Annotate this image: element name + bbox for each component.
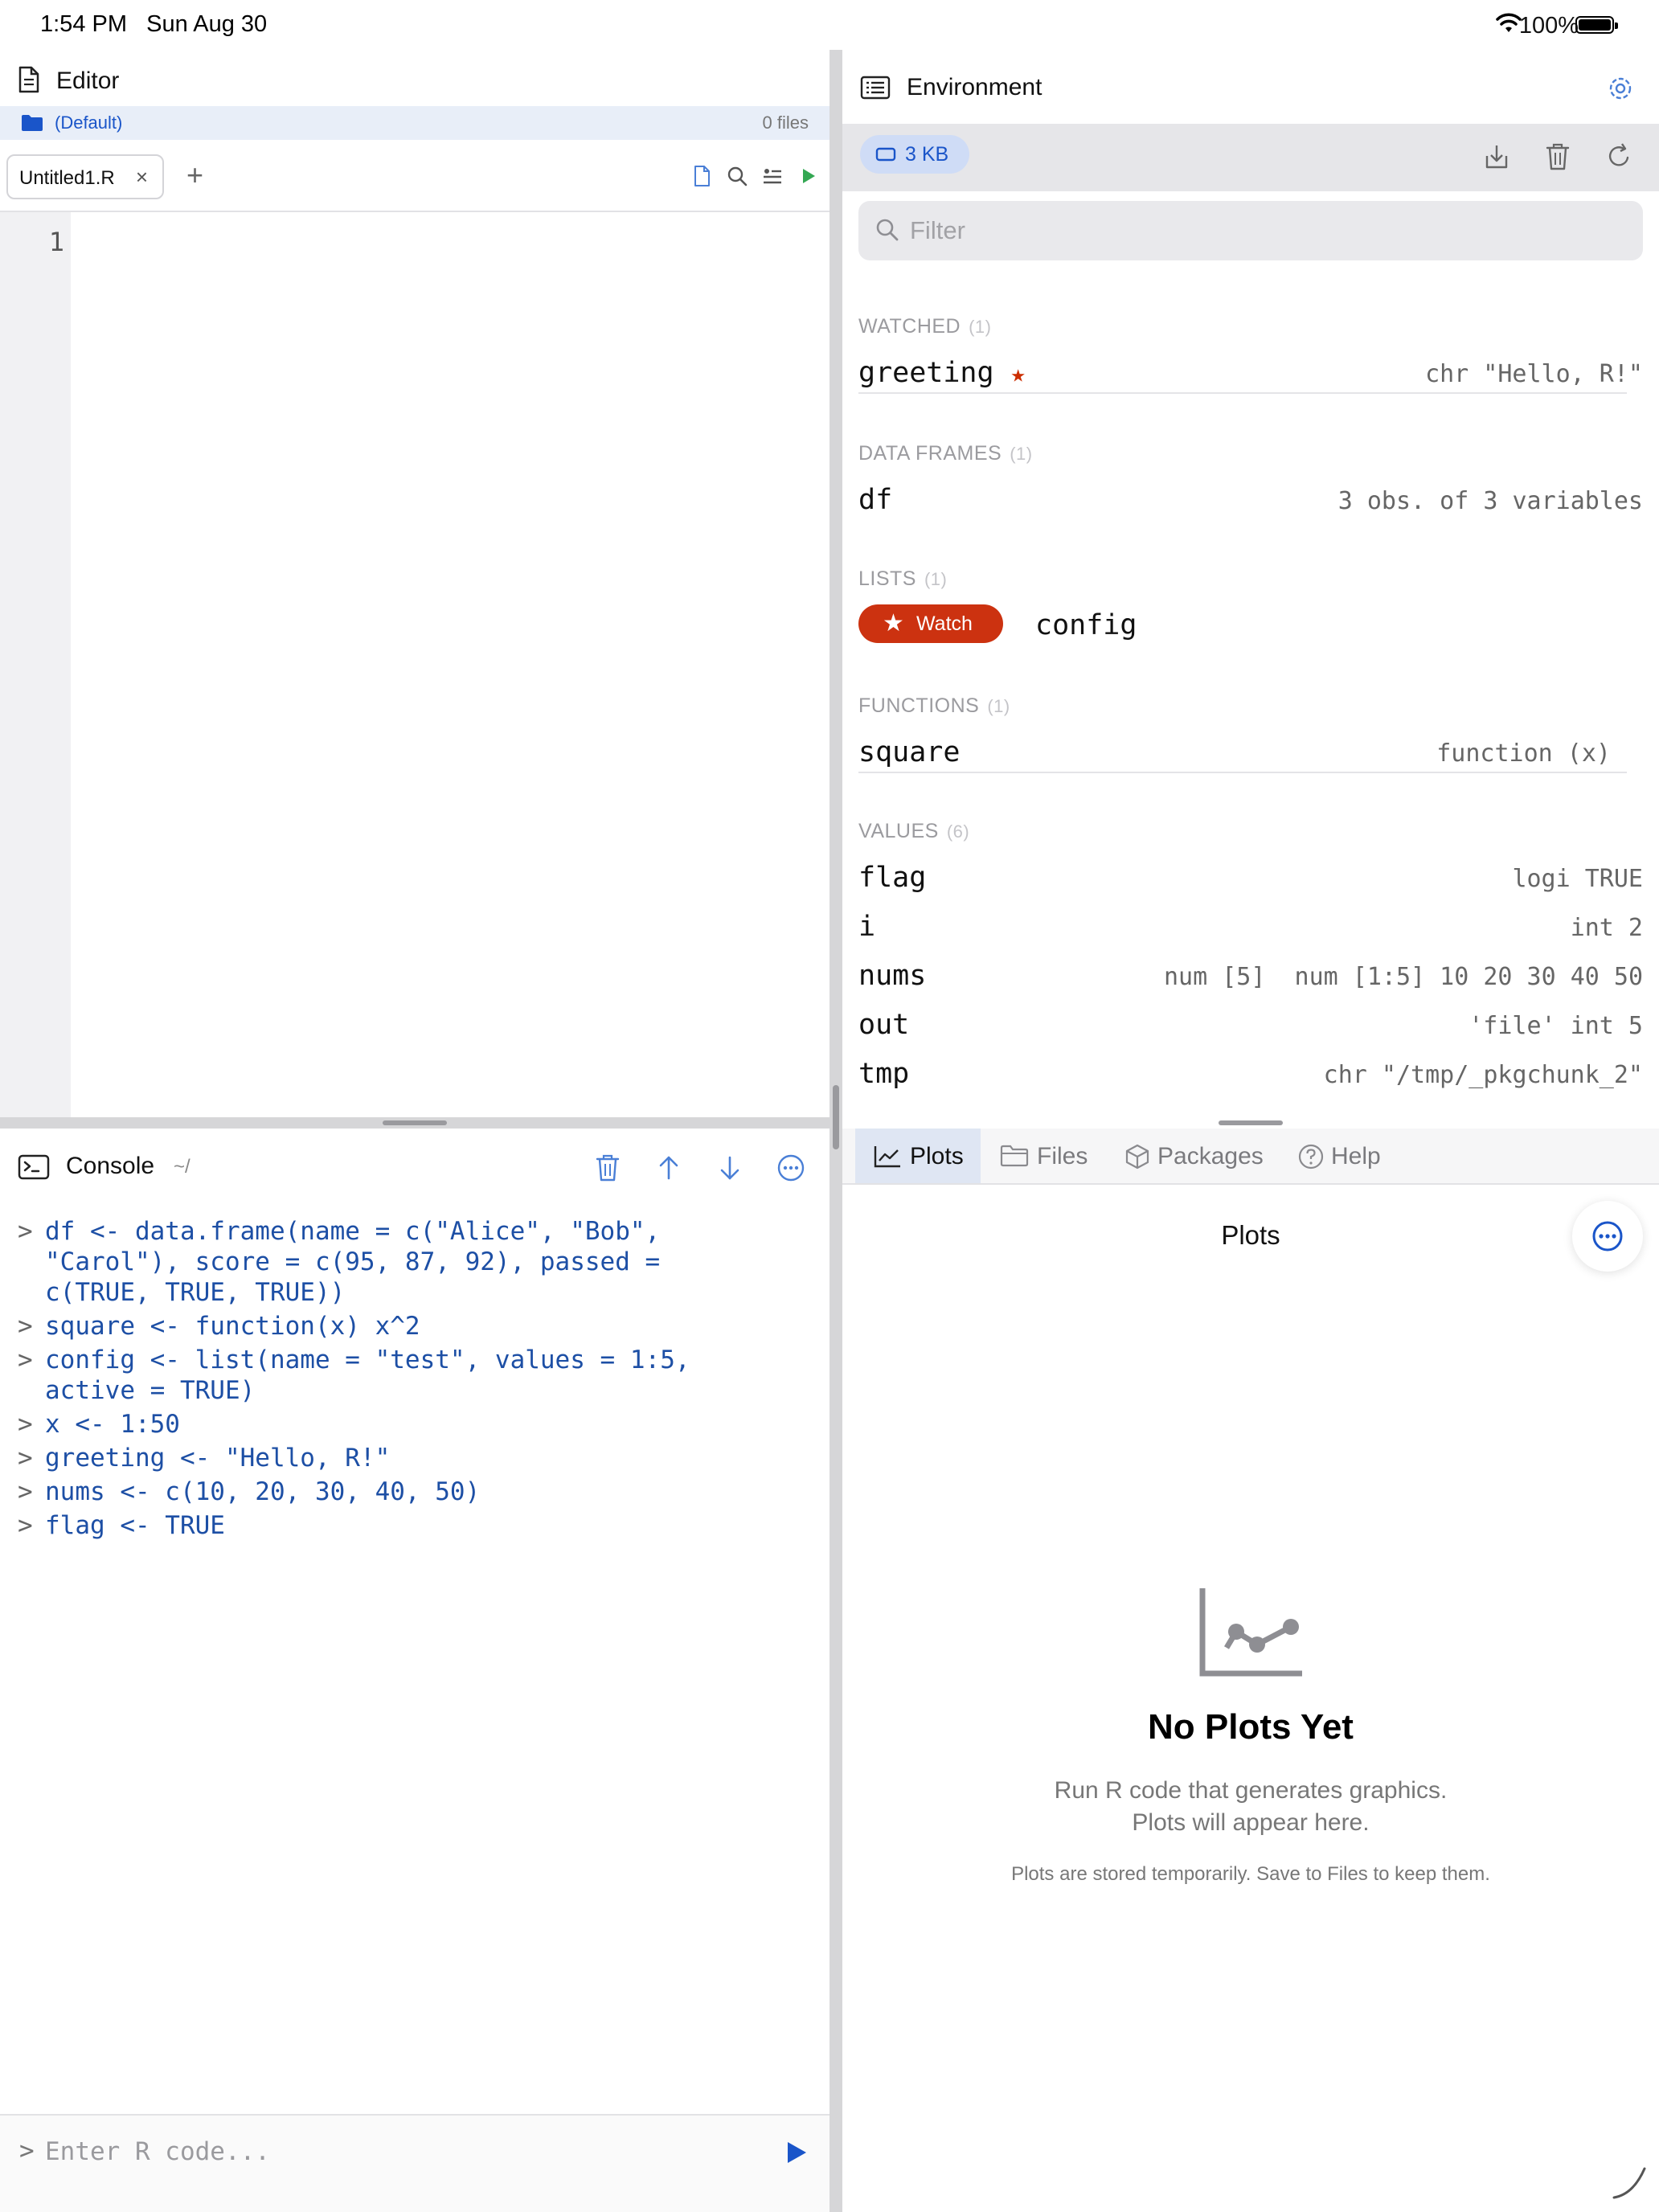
code-editor[interactable]: 1 xyxy=(0,212,830,1117)
trash-icon[interactable] xyxy=(593,1153,622,1183)
tab-untitled1[interactable]: Untitled1.R × xyxy=(6,154,164,199)
send-icon[interactable] xyxy=(784,2140,809,2165)
tab-help[interactable]: Help xyxy=(1297,1129,1402,1183)
outline-icon[interactable] xyxy=(759,162,786,190)
memory-usage: 3 KB xyxy=(905,143,949,166)
pane-divider-handle[interactable] xyxy=(833,1085,839,1149)
memory-badge: 3 KB xyxy=(860,135,969,174)
folder-icon xyxy=(22,115,43,131)
import-icon[interactable] xyxy=(1482,141,1511,172)
right-pane: Environment 3 KB Filter WATCHED (1) gree… xyxy=(842,0,1659,2212)
document-icon xyxy=(18,66,39,93)
project-name: (Default) xyxy=(55,113,123,133)
env-row-greeting[interactable]: greeting ★ chr "Hello, R!" xyxy=(858,352,1643,394)
console-title: Console xyxy=(66,1153,155,1179)
editor-console-splitter[interactable] xyxy=(0,1117,830,1129)
env-plots-splitter[interactable] xyxy=(842,1117,1659,1129)
section-values: VALUES (6) xyxy=(858,820,970,842)
splitter-handle[interactable] xyxy=(1219,1120,1283,1125)
refresh-icon[interactable] xyxy=(1604,141,1633,172)
terminal-icon xyxy=(18,1154,50,1180)
tab-plots[interactable]: Plots xyxy=(855,1129,981,1183)
tab-files[interactable]: Files xyxy=(1000,1129,1100,1183)
run-icon[interactable] xyxy=(794,162,821,190)
environment-toolbar: 3 KB xyxy=(842,124,1659,191)
empty-state-title: No Plots Yet xyxy=(1148,1707,1354,1747)
star-icon[interactable]: ★ xyxy=(1011,360,1026,388)
console-output: > df <- data.frame(name = c("Alice", "Bob… xyxy=(18,1217,690,1540)
environment-header: Environment xyxy=(842,56,1659,121)
tab-packages[interactable]: Packages xyxy=(1124,1129,1284,1183)
line-number: 1 xyxy=(48,227,64,257)
left-pane: Editor (Default) 0 files Untitled1.R × + xyxy=(0,0,830,2212)
help-icon xyxy=(1298,1144,1324,1169)
env-row-flag[interactable]: flag logi TRUE xyxy=(858,857,1643,899)
gear-icon[interactable] xyxy=(1606,74,1635,103)
folder-icon xyxy=(1000,1145,1029,1167)
editor-header: Editor xyxy=(0,56,830,104)
empty-state-message: Run R code that generates graphics. Plot… xyxy=(1054,1777,1448,1836)
section-lists: LISTS (1) xyxy=(858,567,948,590)
filter-input[interactable] xyxy=(910,212,1617,249)
input-prompt: > xyxy=(19,2136,35,2165)
new-file-icon[interactable] xyxy=(688,162,715,190)
watch-button[interactable]: ★ Watch xyxy=(858,604,1003,643)
editor-tab-bar: Untitled1.R × + xyxy=(0,146,830,212)
console-input-bar: > xyxy=(0,2114,830,2212)
filter-box xyxy=(858,201,1643,260)
tab-label: Untitled1.R xyxy=(19,167,115,189)
arrow-down-icon[interactable] xyxy=(715,1153,744,1183)
close-icon[interactable]: × xyxy=(136,165,148,190)
bottom-tab-bar: Plots Files Packages Help xyxy=(842,1129,1659,1185)
search-icon[interactable] xyxy=(723,162,751,190)
empty-chart-icon xyxy=(1199,1588,1302,1677)
line-gutter: 1 xyxy=(0,212,71,1117)
env-row-square[interactable]: square function (x) xyxy=(858,731,1627,773)
env-row-df[interactable]: df 3 obs. of 3 variables xyxy=(858,479,1643,521)
env-row-config[interactable]: config xyxy=(1035,604,1357,646)
env-row-i[interactable]: i int 2 xyxy=(858,906,1643,948)
plots-more-button[interactable] xyxy=(1572,1201,1643,1272)
resize-handle-icon[interactable] xyxy=(1609,2162,1649,2202)
env-row-out[interactable]: out 'file' int 5 xyxy=(858,1004,1643,1046)
chart-line-icon xyxy=(874,1146,900,1168)
trash-icon[interactable] xyxy=(1543,141,1572,172)
console-path: ~/ xyxy=(174,1156,190,1178)
arrow-up-icon[interactable] xyxy=(654,1153,683,1183)
memory-icon xyxy=(875,147,896,162)
section-data-frames: DATA FRAMES (1) xyxy=(858,442,1033,465)
search-icon xyxy=(876,219,899,241)
editor-title: Editor xyxy=(56,68,120,94)
add-tab-button[interactable]: + xyxy=(186,161,203,190)
splitter-handle[interactable] xyxy=(383,1120,447,1125)
project-file-count: 0 files xyxy=(762,113,809,133)
env-row-tmp[interactable]: tmp chr "/tmp/_pkgchunk_2" xyxy=(858,1053,1643,1095)
section-functions: FUNCTIONS (1) xyxy=(858,694,1010,717)
star-icon: ★ xyxy=(883,610,904,637)
env-row-nums[interactable]: nums num [5] num [1:5] 10 20 30 40 50 xyxy=(858,955,1643,997)
list-icon xyxy=(860,76,891,100)
console-header: Console ~/ xyxy=(0,1132,830,1204)
plots-title: Plots xyxy=(1221,1220,1280,1250)
more-options-icon xyxy=(1592,1221,1623,1251)
package-icon xyxy=(1125,1144,1149,1169)
more-options-icon[interactable] xyxy=(776,1153,805,1183)
empty-state-note: Plots are stored temporarily. Save to Fi… xyxy=(1011,1863,1490,1885)
section-watched: WATCHED (1) xyxy=(858,315,992,338)
project-bar[interactable]: (Default) 0 files xyxy=(0,106,830,140)
environment-title: Environment xyxy=(907,74,1043,100)
console-input[interactable] xyxy=(45,2133,736,2170)
